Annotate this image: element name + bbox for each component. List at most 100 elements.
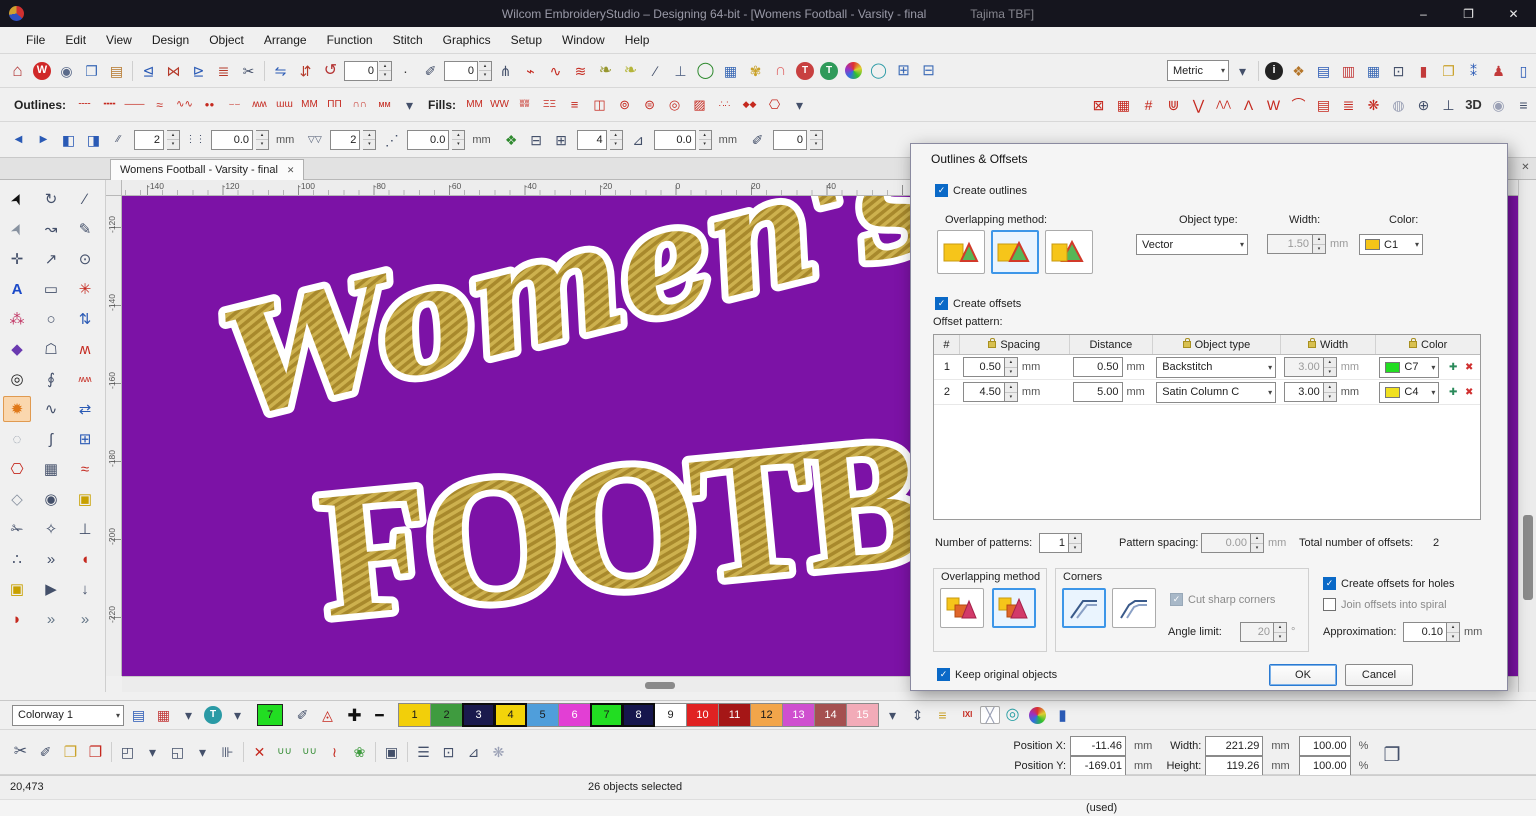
vertical-ruler[interactable]: -120-140-160-180-200-220 — [106, 196, 122, 676]
row-width-field[interactable]: 3.00 — [1284, 357, 1324, 377]
keep-original-objects-checkbox[interactable]: ✓ Keep original objects — [937, 668, 1057, 681]
pencil-tool[interactable]: ✎ — [71, 216, 99, 242]
disc-icon[interactable]: ◉ — [1486, 93, 1511, 117]
row-width-spinner[interactable]: ▴▾ — [1324, 382, 1337, 402]
spacing-spinner[interactable]: ▴▾ — [1005, 382, 1018, 402]
step-offset-icon[interactable]: ⊞ — [549, 128, 574, 152]
align-center-icon[interactable]: ⋈ — [161, 59, 186, 83]
menu-arrange[interactable]: Arrange — [254, 27, 317, 54]
skew-angle-field[interactable]: 0 — [444, 61, 478, 81]
outline-pi-icon[interactable]: ΠΠ — [322, 93, 347, 117]
scale-x-field[interactable]: 100.00 — [1299, 736, 1351, 756]
document-tab[interactable]: Womens Football - Varsity - final ✕ — [110, 159, 304, 180]
bead-green-a-icon[interactable]: ∪∪ — [272, 740, 297, 764]
menu-help[interactable]: Help — [615, 27, 660, 54]
lock-tool[interactable]: ▣ — [3, 576, 31, 602]
thread-chart-icon[interactable]: ≡ — [930, 703, 955, 727]
dot-icon[interactable]: · — [393, 59, 418, 83]
tshirt-red-icon[interactable]: T — [796, 62, 814, 80]
resequence-color-icon[interactable]: ◱ — [165, 740, 190, 764]
ellipse-tool[interactable]: ○ — [37, 306, 65, 332]
prop-field-5[interactable]: 4 — [577, 130, 607, 150]
pull-comp-icon[interactable]: ▽▽ — [302, 128, 327, 152]
palette-color-11[interactable]: 11 — [718, 703, 751, 727]
menu-function[interactable]: Function — [317, 27, 383, 54]
underlay-icon[interactable]: ⋮⋮ — [183, 128, 208, 152]
outline-m-icon[interactable]: ʍʍ — [247, 93, 272, 117]
grid-snap-icon[interactable]: ⊟ — [916, 59, 941, 83]
sparkle-fill-icon[interactable]: ❋ — [1361, 93, 1386, 117]
scale-y-field[interactable]: 100.00 — [1299, 756, 1351, 776]
half-right-tool[interactable]: ◗ — [3, 606, 31, 632]
h-scroll-thumb[interactable] — [645, 682, 675, 689]
print-preview-icon[interactable]: ▤ — [1311, 59, 1336, 83]
outline-zigzag-icon[interactable]: ∿∿ — [172, 93, 197, 117]
fill-step-icon[interactable]: ΞΞ — [537, 93, 562, 117]
delete-offset-button[interactable]: ✖ — [1461, 359, 1477, 375]
arc-fill-icon[interactable]: ⌒ — [1286, 93, 1311, 117]
add-offset-button[interactable]: ✚ — [1445, 359, 1461, 375]
angle-tool-icon[interactable]: ⊿ — [626, 128, 651, 152]
prop-spinner-4[interactable]: ▴▾ — [452, 130, 465, 150]
fill-window-icon[interactable]: ◫ — [587, 93, 612, 117]
create-offsets-checkbox[interactable]: ✓ Create offsets — [935, 297, 1021, 310]
v-scroll-thumb[interactable] — [1523, 515, 1533, 600]
dockbar-icon[interactable]: ❐ — [79, 59, 104, 83]
home-icon[interactable]: ⌂ — [5, 59, 30, 83]
align-right-icon[interactable]: ⊵ — [186, 59, 211, 83]
sliders-icon[interactable]: ☰ — [411, 740, 436, 764]
rotate-angle-spinner[interactable]: ▴▾ — [379, 61, 392, 81]
add-color-icon[interactable]: ✚ — [342, 703, 367, 727]
outline-width-spinner[interactable]: ▴▾ — [1313, 234, 1326, 254]
pattern-spacing-field[interactable]: 0.00 — [1201, 533, 1251, 553]
thread-spool-icon[interactable]: ▮ — [1050, 703, 1075, 727]
scissors-icon[interactable]: ✂ — [8, 740, 33, 764]
menu-design[interactable]: Design — [142, 27, 199, 54]
col-num[interactable]: # — [934, 335, 960, 354]
pattern-fill-icon[interactable]: ▦ — [1111, 93, 1136, 117]
offset-overlap-2-button[interactable] — [992, 588, 1036, 628]
spacing-field[interactable]: 4.50 — [963, 382, 1005, 402]
spiral-tool[interactable]: ∮ — [37, 366, 65, 392]
pentagon-tool[interactable]: ☖ — [37, 336, 65, 362]
team-names-tool[interactable]: ⁂ — [3, 306, 31, 332]
pen-angle-icon[interactable]: ✐ — [418, 59, 443, 83]
overlap-method-1-button[interactable] — [937, 230, 985, 274]
corner-mitre-button[interactable] — [1062, 588, 1106, 628]
tab-close-icon[interactable]: ✕ — [287, 165, 295, 176]
outline-color-select[interactable]: C1▾ — [1359, 234, 1423, 255]
ok-button[interactable]: OK — [1269, 664, 1337, 686]
stitch-m-tool[interactable]: ʍ — [71, 336, 99, 362]
fill-satin-icon[interactable]: WW — [487, 93, 512, 117]
camera-icon[interactable]: ⊡ — [436, 740, 461, 764]
col-width[interactable]: Width — [1281, 335, 1377, 354]
fill-diamond-icon[interactable]: ◆◆ — [737, 93, 762, 117]
fractional-spacing-icon[interactable]: ⋰ — [379, 128, 404, 152]
curve-arrow-tool[interactable]: ↝ — [37, 216, 65, 242]
approximation-spinner[interactable]: ▴▾ — [1447, 622, 1460, 642]
overlap-method-2-button[interactable] — [991, 230, 1039, 274]
product-visualizer-icon[interactable]: ▦ — [1361, 59, 1386, 83]
menu-edit[interactable]: Edit — [55, 27, 96, 54]
vee-fill-icon[interactable]: ⋁ — [1186, 93, 1211, 117]
palette-color-6[interactable]: 6 — [558, 703, 591, 727]
outline-more-icon[interactable]: ▾ — [397, 93, 422, 117]
team-names-icon[interactable]: ⁑ — [1461, 59, 1486, 83]
palette-color-7[interactable]: 7 — [590, 703, 623, 727]
colorway-select[interactable]: Colorway 1▾ — [12, 705, 124, 726]
distance-field[interactable]: 5.00 — [1073, 382, 1123, 402]
minimize-button[interactable]: – — [1401, 0, 1446, 27]
colorway-list-icon[interactable]: ▤ — [126, 703, 151, 727]
overlap-objects-icon[interactable]: ❐ — [1436, 59, 1461, 83]
outline-arch-icon[interactable]: ∩∩ — [347, 93, 372, 117]
tshirt-green-icon[interactable]: T — [820, 62, 838, 80]
split-top-icon[interactable]: ◧ — [56, 128, 81, 152]
circle-pair-tool[interactable]: ◉ — [37, 486, 65, 512]
monogram-tool[interactable]: ◆ — [3, 336, 31, 362]
threed-icon[interactable]: 3D — [1461, 93, 1486, 117]
info-icon[interactable]: i — [1265, 62, 1283, 80]
hamburger-icon[interactable]: ≡ — [1511, 93, 1536, 117]
step-pattern-icon[interactable]: ⊟ — [524, 128, 549, 152]
number-of-patterns-spinner[interactable]: ▴▾ — [1069, 533, 1082, 553]
col-color[interactable]: Color — [1376, 335, 1480, 354]
